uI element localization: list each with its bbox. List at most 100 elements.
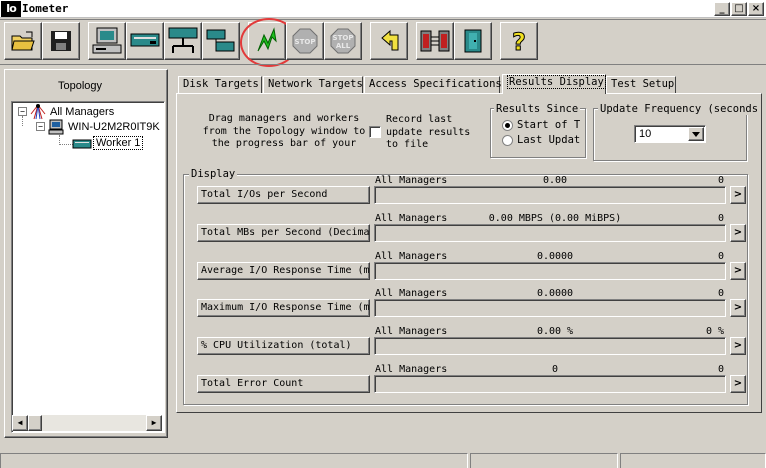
metric-select-button[interactable]: Maximum I/O Response Time (ms)	[197, 299, 370, 317]
drag-hint-text: Drag managers and workers from the Topol…	[202, 113, 366, 149]
app-icon: Io	[1, 1, 21, 17]
tree-expander-manager[interactable]: −	[36, 122, 45, 131]
metric-progress-bar	[374, 224, 726, 242]
metric-select-button[interactable]: % CPU Utilization (total)	[197, 337, 370, 355]
metric-select-button[interactable]: Total I/Os per Second	[197, 186, 370, 204]
metric-expand-button[interactable]: >	[730, 224, 746, 242]
scrollbar-track[interactable]	[28, 415, 146, 431]
radio-last-update-label: Last Updat	[517, 134, 580, 146]
metric-value: 0	[551, 364, 559, 375]
reset-button[interactable]	[370, 22, 408, 60]
metric-expand-button[interactable]: >	[730, 186, 746, 204]
tab-results-display-label: Results Display	[507, 75, 606, 89]
toolbar-bottom-divider	[0, 64, 766, 65]
stop-all-label-bottom: ALL	[336, 42, 351, 50]
tree-item-manager[interactable]: WIN-U2M2R0IT9K	[68, 121, 164, 133]
worker-icon	[72, 139, 92, 149]
results-since-group	[490, 108, 586, 158]
metric-max-value: 0	[717, 213, 724, 224]
open-button[interactable]	[4, 22, 42, 60]
metric-max-value: 0	[717, 251, 724, 262]
tab-results-display[interactable]: Results Display	[502, 74, 606, 94]
results-since-title: Results Since	[494, 103, 581, 115]
stop-label: STOP	[295, 38, 316, 46]
new-worker-button[interactable]	[126, 22, 164, 60]
metric-value: 0.00 MBPS (0.00 MiBPS)	[488, 213, 622, 224]
save-button[interactable]	[42, 22, 80, 60]
metric-progress-bar	[374, 299, 726, 317]
all-managers-icon	[30, 104, 46, 120]
update-frequency-title: Update Frequency (seconds)	[598, 103, 758, 115]
toolbar-divider	[0, 19, 766, 20]
tree-expander-all-managers[interactable]: −	[18, 107, 27, 116]
open-icon	[11, 31, 35, 51]
dropdown-button[interactable]	[688, 127, 704, 141]
metric-expand-button[interactable]: >	[730, 337, 746, 355]
tree-item-all-managers[interactable]: All Managers	[50, 106, 114, 118]
chevron-down-icon	[692, 132, 700, 137]
disconnect-button[interactable]	[416, 22, 454, 60]
exit-icon	[464, 29, 482, 53]
update-frequency-value: 10	[639, 128, 652, 140]
display-button[interactable]	[88, 22, 126, 60]
duplicate-worker-icon	[206, 29, 235, 52]
metric-scope-label: All Managers	[375, 213, 448, 224]
metric-select-button[interactable]: Total Error Count	[197, 375, 370, 393]
metric-scope-label: All Managers	[375, 364, 448, 375]
minimize-button[interactable]: _	[714, 2, 730, 16]
tab-network-targets[interactable]: Network Targets	[263, 76, 363, 93]
metric-select-button[interactable]: Average I/O Response Time (ms)	[197, 262, 370, 280]
radio-start-of-test[interactable]	[502, 120, 513, 131]
metric-max-value: 0 %	[705, 326, 724, 337]
stop-all-label-top: STOP	[333, 34, 354, 42]
stop-button[interactable]: STOP	[286, 22, 324, 60]
save-icon	[51, 31, 71, 51]
display-icon	[92, 27, 122, 54]
update-frequency-select[interactable]: 10	[634, 125, 706, 143]
reset-icon	[381, 29, 399, 51]
radio-last-update[interactable]	[502, 135, 513, 146]
metric-expand-button[interactable]: >	[730, 262, 746, 280]
metric-scope-label: All Managers	[375, 288, 448, 299]
record-results-checkbox[interactable]	[369, 126, 381, 138]
status-bar-section	[0, 453, 468, 468]
scroll-right-button[interactable]: ▶	[146, 415, 162, 431]
status-bar-section	[470, 453, 618, 468]
metric-select-button[interactable]: Total MBs per Second (Decimal)	[197, 224, 370, 242]
metric-progress-bar	[374, 262, 726, 280]
metric-expand-button[interactable]: >	[730, 375, 746, 393]
close-button[interactable]: ×	[748, 2, 764, 16]
scroll-left-button[interactable]: ◀	[12, 415, 28, 431]
metric-value: 0.0000	[536, 251, 574, 262]
maximize-button[interactable]: □	[731, 2, 747, 16]
metric-value: 0.00	[542, 175, 568, 186]
metric-scope-label: All Managers	[375, 326, 448, 337]
tab-test-setup[interactable]: Test Setup	[606, 76, 676, 93]
help-icon: ?	[512, 28, 527, 56]
network-worker-button[interactable]	[164, 22, 202, 60]
radio-start-of-test-label: Start of T	[517, 119, 580, 131]
tab-access-specifications[interactable]: Access Specifications	[364, 76, 502, 93]
metric-expand-button[interactable]: >	[730, 299, 746, 317]
scrollbar-thumb[interactable]	[28, 415, 42, 431]
disconnect-icon	[420, 30, 450, 52]
status-bar-section	[620, 453, 766, 468]
title-bar: Io Iometer _ □ ×	[0, 0, 766, 18]
metric-max-value: 0	[717, 288, 724, 299]
stop-all-button[interactable]: STOP ALL	[324, 22, 362, 60]
manager-icon	[48, 119, 64, 135]
topology-tree[interactable]: − All Managers − WIN-U2M2R0IT9K Worker 1…	[11, 101, 165, 433]
metric-value: 0.0000	[536, 288, 574, 299]
help-button[interactable]: ?	[500, 22, 538, 60]
tab-disk-targets[interactable]: Disk Targets	[178, 76, 262, 93]
tree-line	[22, 116, 23, 126]
tree-item-worker[interactable]: Worker 1	[93, 136, 144, 150]
topology-label: Topology	[57, 80, 103, 92]
exit-button[interactable]	[454, 22, 492, 60]
metric-progress-bar	[374, 337, 726, 355]
record-results-label: Record last update results to file	[386, 114, 471, 150]
duplicate-worker-button[interactable]	[202, 22, 240, 60]
metric-scope-label: All Managers	[375, 251, 448, 262]
metric-max-value: 0	[717, 364, 724, 375]
metric-progress-bar	[374, 375, 726, 393]
